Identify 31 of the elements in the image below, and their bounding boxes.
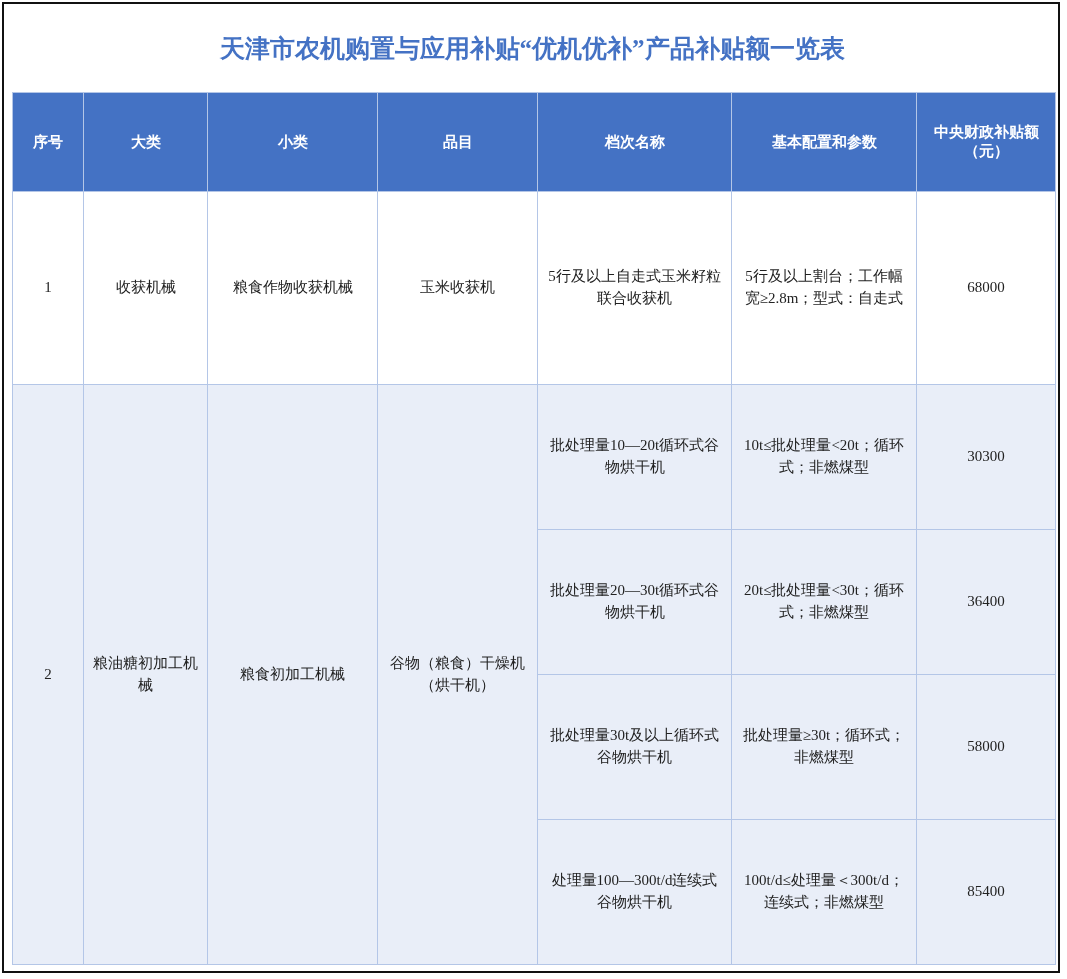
table-cell: 36400 (916, 529, 1056, 675)
column-header: 中央财政补贴额（元） (916, 92, 1056, 192)
table-cell: 批处理量20—30t循环式谷物烘干机 (537, 529, 732, 675)
table-cell: 10t≤批处理量<20t；循环式；非燃煤型 (731, 384, 917, 530)
column-header: 档次名称 (537, 92, 732, 192)
table-cell: 30300 (916, 384, 1056, 530)
table-cell: 68000 (916, 191, 1056, 385)
table-cell: 1 (12, 191, 84, 385)
table-cell: 2 (12, 384, 84, 965)
column-header: 序号 (12, 92, 84, 192)
table-cell: 85400 (916, 819, 1056, 965)
table-cell: 谷物（粮食）干燥机（烘干机） (377, 384, 538, 965)
column-header: 小类 (207, 92, 378, 192)
table-cell: 5行及以上自走式玉米籽粒联合收获机 (537, 191, 732, 385)
table-cell: 批处理量30t及以上循环式谷物烘干机 (537, 674, 732, 820)
table-cell: 58000 (916, 674, 1056, 820)
table-cell: 处理量100—300t/d连续式谷物烘干机 (537, 819, 732, 965)
table-title: 天津市农机购置与应用补贴“优机优补”产品补贴额一览表 (218, 33, 846, 64)
column-header: 大类 (83, 92, 208, 192)
column-header: 基本配置和参数 (731, 92, 917, 192)
table-cell: 100t/d≤处理量＜300t/d；连续式；非燃煤型 (731, 819, 917, 965)
table-cell: 粮食初加工机械 (207, 384, 378, 965)
table-cell: 收获机械 (83, 191, 208, 385)
column-header: 品目 (377, 92, 538, 192)
table-cell: 5行及以上割台；工作幅宽≥2.8m；型式：自走式 (731, 191, 917, 385)
table-cell: 粮食作物收获机械 (207, 191, 378, 385)
table-cell: 批处理量10—20t循环式谷物烘干机 (537, 384, 732, 530)
table-cell: 玉米收获机 (377, 191, 538, 385)
table-cell: 粮油糖初加工机械 (83, 384, 208, 965)
table-cell: 批处理量≥30t；循环式；非燃煤型 (731, 674, 917, 820)
table-cell: 20t≤批处理量<30t；循环式；非燃煤型 (731, 529, 917, 675)
